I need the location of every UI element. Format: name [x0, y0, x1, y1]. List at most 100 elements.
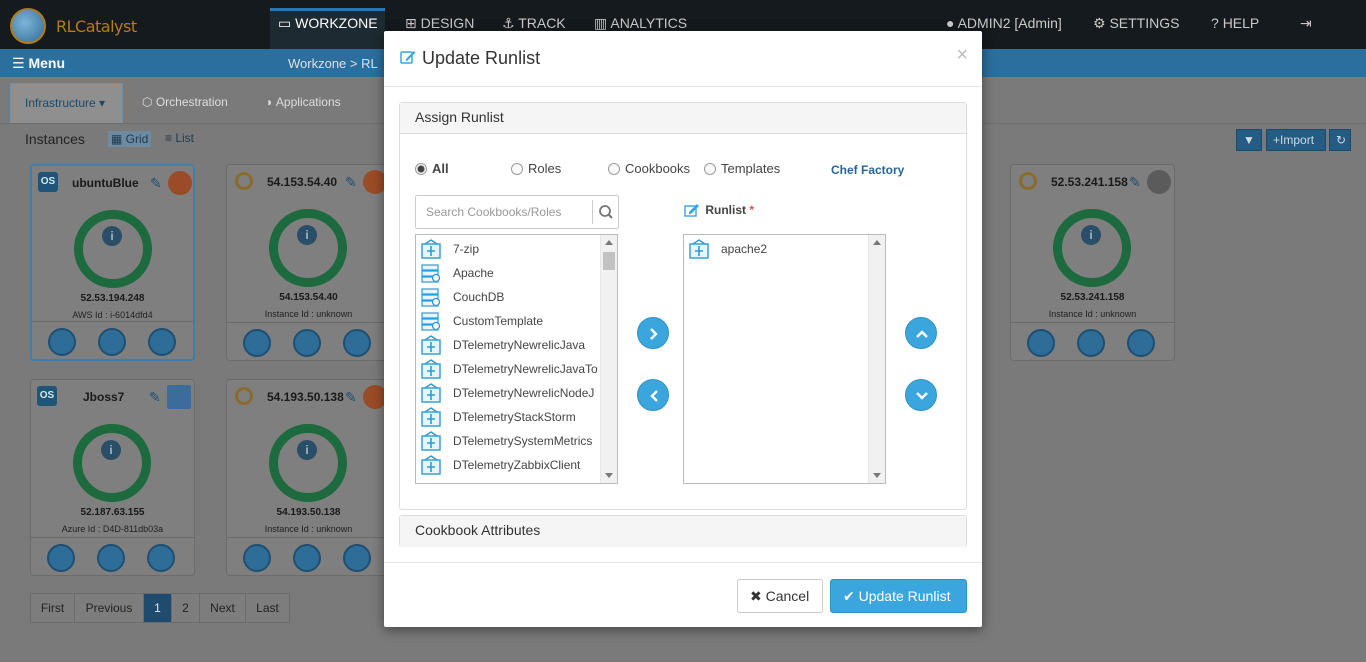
more-icon[interactable]: [343, 329, 371, 357]
cancel-button[interactable]: ✖ Cancel: [737, 579, 823, 613]
scroll-thumb[interactable]: [603, 252, 615, 270]
grid-view-button[interactable]: ▦ Grid: [108, 131, 152, 147]
list-item[interactable]: DTelemetryNewrelicNodeJ: [416, 381, 601, 405]
import-button[interactable]: +Import: [1266, 129, 1326, 151]
list-item-label: Apache: [453, 266, 494, 280]
chef-hat-icon[interactable]: [243, 329, 271, 357]
info-icon[interactable]: i: [1081, 225, 1101, 245]
update-runlist-modal: Update Runlist × Assign Runlist All Role…: [384, 31, 982, 627]
page-1[interactable]: 1: [143, 593, 172, 623]
pencil-icon[interactable]: ✎: [345, 174, 357, 191]
scroll-up-arrow-icon[interactable]: [605, 240, 613, 245]
runlist-items-list[interactable]: apache2: [683, 234, 886, 484]
info-icon[interactable]: i: [297, 225, 317, 245]
scrollbar[interactable]: [868, 235, 885, 483]
ssh-icon[interactable]: [1077, 329, 1105, 357]
page-previous[interactable]: Previous: [74, 593, 144, 623]
list-item[interactable]: 7-zip: [416, 237, 601, 261]
nav-help[interactable]: ? HELP: [1211, 15, 1259, 31]
tab-infrastructure[interactable]: Infrastructure ▾: [10, 83, 123, 123]
chef-hat-icon[interactable]: [47, 544, 75, 572]
pencil-icon[interactable]: ✎: [149, 389, 161, 406]
list-view-button[interactable]: ≡ List: [165, 131, 194, 145]
ssh-icon[interactable]: [97, 544, 125, 572]
bar-chart-icon: ▥: [594, 15, 611, 31]
refresh-button[interactable]: ↻: [1329, 129, 1351, 151]
instance-ip: 52.53.241.158: [1060, 292, 1125, 303]
scroll-down-arrow-icon[interactable]: [605, 473, 613, 478]
pencil-icon[interactable]: ✎: [150, 175, 162, 192]
nav-analytics[interactable]: ▥ ANALYTICS: [594, 15, 687, 32]
instance-card[interactable]: OS ubuntuBlue ✎ i 52.53.194.248 AWS Id :…: [30, 164, 195, 361]
nav-settings[interactable]: ⚙ SETTINGS: [1093, 15, 1179, 32]
assign-runlist-heading[interactable]: Assign Runlist: [400, 103, 966, 134]
move-down-button[interactable]: [905, 379, 937, 411]
list-item-label: DTelemetrySystemMetrics: [453, 434, 593, 448]
search-input[interactable]: [416, 196, 592, 228]
filter-all-radio[interactable]: All: [415, 161, 449, 176]
rlcatalyst-logo[interactable]: RLCatalyst: [8, 6, 137, 44]
list-item[interactable]: DTelemetrySystemMetrics: [416, 429, 601, 453]
menu-toggle[interactable]: ☰ Menu: [12, 55, 65, 72]
template-icon: [421, 287, 441, 307]
sign-out-icon[interactable]: ⇥: [1300, 15, 1312, 32]
chef-hat-icon[interactable]: [48, 328, 76, 356]
list-item[interactable]: DTelemetryZabbixClient: [416, 453, 601, 477]
status-ring: [73, 424, 151, 502]
instance-card[interactable]: 54.153.54.40 ✎ i 54.153.54.40 Instance I…: [226, 164, 391, 361]
list-item[interactable]: CouchDB: [416, 285, 601, 309]
more-icon[interactable]: [147, 544, 175, 572]
list-item[interactable]: DTelemetryStackStorm: [416, 405, 601, 429]
page-last[interactable]: Last: [245, 593, 290, 623]
pencil-icon[interactable]: ✎: [345, 389, 357, 406]
info-icon[interactable]: i: [102, 226, 122, 246]
pencil-icon[interactable]: ✎: [1129, 174, 1141, 191]
info-icon[interactable]: i: [101, 440, 121, 460]
chef-hat-icon[interactable]: [243, 544, 271, 572]
filter-templates-radio[interactable]: Templates: [704, 161, 780, 176]
cookbook-icon: [689, 239, 709, 259]
nav-design[interactable]: ⊞ DESIGN: [405, 15, 474, 32]
ssh-icon[interactable]: [293, 329, 321, 357]
more-icon[interactable]: [1127, 329, 1155, 357]
page-first[interactable]: First: [30, 593, 75, 623]
cookbook-attributes-heading[interactable]: Cookbook Attributes: [400, 516, 966, 547]
nav-track[interactable]: ⚓ TRACK: [502, 15, 566, 32]
nav-user[interactable]: ● ADMIN2 [Admin]: [946, 15, 1062, 31]
chef-factory-link[interactable]: Chef Factory: [831, 163, 904, 177]
available-items-list[interactable]: 7-zip Apache CouchDB CustomTemplate DTelemet…: [415, 234, 618, 484]
list-item[interactable]: Apache: [416, 261, 601, 285]
list-item[interactable]: DTelemetryNewrelicJavaTo: [416, 357, 601, 381]
scroll-up-arrow-icon[interactable]: [873, 240, 881, 245]
list-item[interactable]: DTelemetryNewrelicJava: [416, 333, 601, 357]
add-to-runlist-button[interactable]: [637, 317, 669, 349]
ssh-icon[interactable]: [293, 544, 321, 572]
list-item[interactable]: CustomTemplate: [416, 309, 601, 333]
close-icon[interactable]: ×: [956, 44, 968, 67]
instance-card[interactable]: 52.53.241.158 ✎ i 52.53.241.158 Instance…: [1010, 164, 1175, 361]
info-icon[interactable]: i: [297, 440, 317, 460]
tab-orchestration[interactable]: ⬡ Orchestration: [128, 83, 242, 123]
page-2[interactable]: 2: [171, 593, 200, 623]
list-item[interactable]: apache2: [684, 237, 869, 261]
filter-roles-radio[interactable]: Roles: [511, 161, 561, 176]
nav-workzone[interactable]: ▭ WORKZONE: [278, 15, 378, 32]
tab-applications[interactable]: ◗ Applications: [252, 83, 355, 123]
filter-button[interactable]: ▼: [1236, 129, 1262, 151]
instance-card[interactable]: OS Jboss7 ✎ i 52.187.63.155 Azure Id : D…: [30, 379, 195, 576]
move-up-button[interactable]: [905, 317, 937, 349]
update-runlist-button[interactable]: ✔ Update Runlist: [830, 579, 967, 613]
ssh-icon[interactable]: [98, 328, 126, 356]
filter-cookbooks-radio[interactable]: Cookbooks: [608, 161, 690, 176]
scrollbar[interactable]: [600, 235, 617, 483]
chef-hat-icon[interactable]: [1027, 329, 1055, 357]
instance-card[interactable]: 54.193.50.138 ✎ i 54.193.50.138 Instance…: [226, 379, 391, 576]
user-icon: ●: [946, 15, 958, 31]
grid-icon: ▦: [111, 132, 126, 146]
more-icon[interactable]: [343, 544, 371, 572]
page-next[interactable]: Next: [199, 593, 246, 623]
remove-from-runlist-button[interactable]: [637, 379, 669, 411]
more-icon[interactable]: [148, 328, 176, 356]
search-button[interactable]: [592, 200, 618, 224]
scroll-down-arrow-icon[interactable]: [873, 473, 881, 478]
